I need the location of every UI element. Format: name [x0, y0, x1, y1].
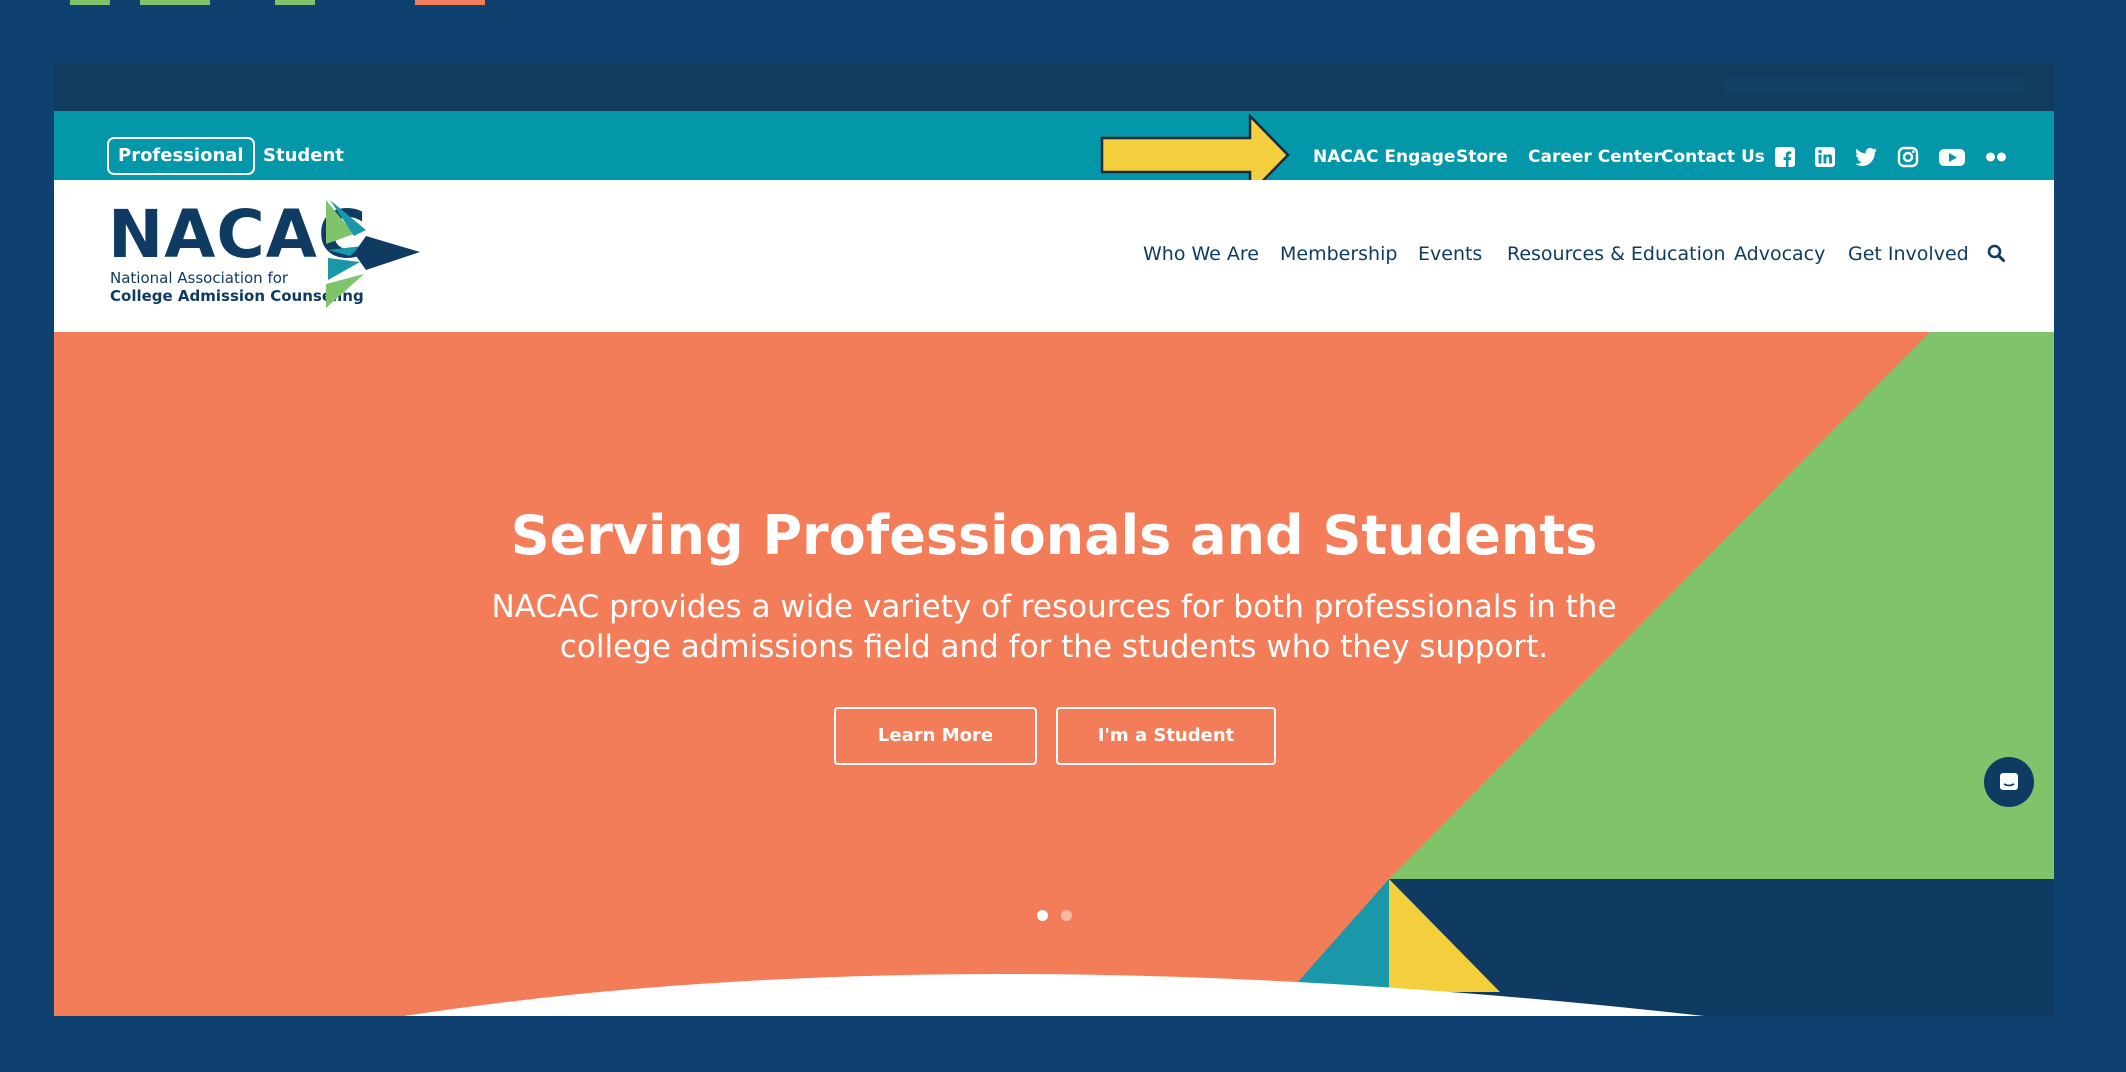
browser-frame: Professional Student NACAC Engage Store … — [54, 63, 2054, 1016]
top-strip — [54, 63, 2054, 111]
chat-launcher-button[interactable] — [1984, 757, 2034, 807]
linkedin-icon[interactable] — [1813, 145, 1837, 169]
top-stripe-coral — [415, 0, 485, 5]
im-a-student-button[interactable]: I'm a Student — [1056, 707, 1276, 765]
learn-more-button[interactable]: Learn More — [834, 707, 1037, 765]
nav-advocacy[interactable]: Advocacy — [1734, 242, 1825, 266]
hero-banner: Serving Professionals and Students NACAC… — [54, 332, 2054, 1016]
audience-student-toggle[interactable]: Student — [263, 137, 344, 175]
logo-subtitle-line1: National Association for — [110, 269, 289, 287]
hero-geometric-shapes — [404, 332, 2054, 1016]
util-link-nacac-engage[interactable]: NACAC Engage — [1313, 145, 1455, 169]
flickr-icon[interactable] — [1984, 145, 2008, 169]
audience-professional-toggle[interactable]: Professional — [107, 137, 255, 175]
nav-get-involved[interactable]: Get Involved — [1848, 242, 1969, 266]
nav-who-we-are[interactable]: Who We Are — [1143, 242, 1259, 266]
facebook-icon[interactable] — [1773, 145, 1797, 169]
nav-membership[interactable]: Membership — [1280, 242, 1397, 266]
top-stripe-green-2 — [140, 0, 210, 5]
hero-description: NACAC provides a wide variety of resourc… — [491, 589, 1617, 665]
hero-title: Serving Professionals and Students — [510, 504, 1598, 567]
search-icon[interactable] — [1987, 244, 2005, 262]
nav-resources-education[interactable]: Resources & Education — [1507, 242, 1726, 266]
util-link-store[interactable]: Store — [1456, 145, 1508, 169]
instagram-icon[interactable] — [1896, 145, 1920, 169]
logo-mark-icon — [326, 200, 420, 308]
carousel-dot-2[interactable] — [1061, 910, 1072, 921]
top-stripe-green-1 — [70, 0, 110, 5]
carousel-dot-1[interactable] — [1037, 910, 1048, 921]
top-stripe-green-3 — [275, 0, 315, 5]
chat-icon — [2000, 773, 2018, 790]
util-link-career-center[interactable]: Career Center — [1528, 145, 1662, 169]
youtube-icon[interactable] — [1938, 145, 1966, 169]
nav-events[interactable]: Events — [1418, 242, 1482, 266]
site-header: NACAC National Association for College A… — [54, 180, 2054, 332]
util-link-contact-us[interactable]: Contact Us — [1661, 145, 1765, 169]
twitter-icon[interactable] — [1854, 145, 1878, 169]
